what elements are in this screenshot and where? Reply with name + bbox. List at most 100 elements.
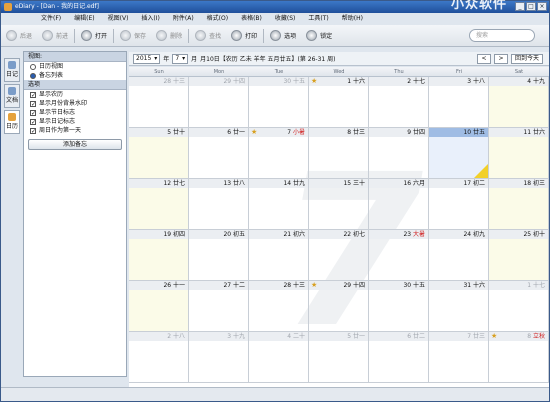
option-month-watermark[interactable]: ✓ 显示月份背景水印	[24, 99, 126, 108]
day-cell[interactable]: 3 十九	[189, 332, 249, 383]
option-diary-marks[interactable]: ✓ 显示日记标志	[24, 117, 126, 126]
day-cell[interactable]: 3 十八	[429, 77, 489, 128]
day-number: 19	[163, 231, 173, 238]
star-icon: ★	[251, 128, 258, 136]
day-cell[interactable]: 4 十九	[489, 77, 549, 128]
day-cell[interactable]: 8 立秋 ★	[489, 332, 549, 383]
day-cell[interactable]: 12 廿七	[129, 179, 189, 230]
day-cell[interactable]: 6 廿一	[189, 128, 249, 179]
menu-format[interactable]: 格式(O)	[207, 13, 228, 24]
day-cell[interactable]: 2 十七	[369, 77, 429, 128]
menu-insert[interactable]: 插入(I)	[141, 13, 159, 24]
day-cell[interactable]: 7 廿三	[429, 332, 489, 383]
day-cell[interactable]: 2 十八	[129, 332, 189, 383]
forward-button[interactable]: 前进	[37, 26, 73, 46]
day-cell[interactable]: 29 十四	[189, 77, 249, 128]
print-button[interactable]: 打印	[226, 26, 262, 46]
day-cell[interactable]: 31 十六	[429, 281, 489, 332]
day-cell[interactable]: 21 初六	[249, 230, 309, 281]
year-select[interactable]: 2015 ▾	[133, 53, 161, 64]
back-icon	[6, 30, 17, 41]
day-cell[interactable]: 11 廿六	[489, 128, 549, 179]
day-cell[interactable]: 4 二十	[249, 332, 309, 383]
day-cell[interactable]: 26 十一	[129, 281, 189, 332]
minimize-button[interactable]: _	[515, 2, 525, 11]
menu-attach[interactable]: 附件(A)	[173, 13, 194, 24]
menu-help[interactable]: 帮助(H)	[342, 13, 363, 24]
day-cell[interactable]: 25 初十	[489, 230, 549, 281]
open-button[interactable]: 打开	[76, 26, 112, 46]
next-month-button[interactable]: >	[493, 53, 508, 64]
close-button[interactable]: ×	[537, 2, 547, 11]
day-cell[interactable]: 5 廿十	[129, 128, 189, 179]
add-memo-button[interactable]: 添加备忘	[28, 139, 122, 150]
option-lunar[interactable]: ✓ 显示农历	[24, 90, 126, 99]
day-cell[interactable]: 19 初四	[129, 230, 189, 281]
day-cell[interactable]: 16 六月	[369, 179, 429, 230]
back-button[interactable]: 后退	[1, 26, 37, 46]
menu-favorites[interactable]: 收藏(S)	[275, 13, 296, 24]
calendar-week: 2 十八 3 十九 4 二十 5 廿一 6 廿二 7 廿三 8 立秋 ★	[129, 332, 549, 383]
day-cell[interactable]: 27 十二	[189, 281, 249, 332]
day-cell[interactable]: 30 十五	[249, 77, 309, 128]
day-cell[interactable]: 23 大暑	[369, 230, 429, 281]
day-cell[interactable]: 15 三十	[309, 179, 369, 230]
delete-button[interactable]: 删除	[151, 26, 187, 46]
day-cell[interactable]: 1 十六 ★	[309, 77, 369, 128]
day-number: 21	[283, 231, 293, 238]
lock-button[interactable]: 锁定	[301, 26, 337, 46]
day-cell[interactable]: 17 初二	[429, 179, 489, 230]
month-select[interactable]: 7 ▾	[172, 53, 189, 64]
today-button[interactable]: 回到今天	[510, 53, 543, 64]
tab-calendar[interactable]: 日历	[4, 110, 20, 134]
day-cell[interactable]: 22 初七	[309, 230, 369, 281]
menu-edit[interactable]: 编辑(E)	[74, 13, 94, 24]
save-button[interactable]: 保存	[115, 26, 151, 46]
option-holidays[interactable]: ✓ 显示节日标志	[24, 108, 126, 117]
lunar-label: 十五	[412, 282, 425, 289]
day-cell[interactable]: 7 小暑 ★	[249, 128, 309, 179]
day-cell[interactable]: 24 初九	[429, 230, 489, 281]
day-cell[interactable]: 18 初三	[489, 179, 549, 230]
day-cell[interactable]: 1 十七	[489, 281, 549, 332]
lunar-label: 立秋	[532, 333, 545, 340]
lunar-label: 十一	[172, 282, 185, 289]
day-cell[interactable]: 29 十四 ★	[309, 281, 369, 332]
lunar-label: 初二	[472, 180, 485, 187]
day-cell[interactable]: 13 廿八	[189, 179, 249, 230]
menu-tools[interactable]: 工具(T)	[308, 13, 328, 24]
lunar-label: 十六	[472, 282, 485, 289]
toolbar-separator	[188, 28, 190, 43]
find-button[interactable]: 查找	[190, 26, 226, 46]
day-cell[interactable]: 30 十五	[369, 281, 429, 332]
side-panel: 视图: 日历视图 备忘列表 选项 ✓ 显示农历 ✓ 显示月份背景水印 ✓ 显示节日标志…	[23, 51, 127, 377]
view-memo-option[interactable]: 备忘列表	[24, 71, 126, 80]
calendar-week: 5 廿十 6 廿一 7 小暑 ★ 8 廿三 9 廿四 10 廿五 11 廿六	[129, 128, 549, 179]
day-cell[interactable]: 28 十三	[129, 77, 189, 128]
day-cell[interactable]: 10 廿五	[429, 128, 489, 179]
day-cell[interactable]: 14 廿九	[249, 179, 309, 230]
day-header: 6 廿一	[189, 128, 248, 137]
day-cell[interactable]: 5 廿一	[309, 332, 369, 383]
prev-month-button[interactable]: <	[476, 53, 491, 64]
day-cell[interactable]: 6 廿二	[369, 332, 429, 383]
menu-file[interactable]: 文件(F)	[41, 13, 61, 24]
weekday-label: Sun	[154, 69, 164, 75]
today-marker-icon	[474, 164, 488, 178]
maximize-button[interactable]: □	[526, 2, 536, 11]
options-button[interactable]: 选项	[265, 26, 301, 46]
search-input[interactable]: 搜索	[469, 29, 535, 42]
day-cell[interactable]: 20 初五	[189, 230, 249, 281]
tab-documents[interactable]: 文档	[4, 84, 20, 108]
view-calendar-option[interactable]: 日历视图	[24, 62, 126, 71]
day-header: 4 二十	[249, 332, 308, 341]
menu-view[interactable]: 视图(V)	[108, 13, 129, 24]
day-cell[interactable]: 28 十三	[249, 281, 309, 332]
delete-icon	[156, 30, 168, 41]
menu-table[interactable]: 表格(B)	[241, 13, 262, 24]
day-cell[interactable]: 9 廿四	[369, 128, 429, 179]
day-cell[interactable]: 8 廿三	[309, 128, 369, 179]
option-sunday-first[interactable]: ✓ 周日作为第一天	[24, 126, 126, 135]
lunar-label: 十九	[232, 333, 245, 340]
tab-diary[interactable]: 日记	[4, 58, 20, 82]
